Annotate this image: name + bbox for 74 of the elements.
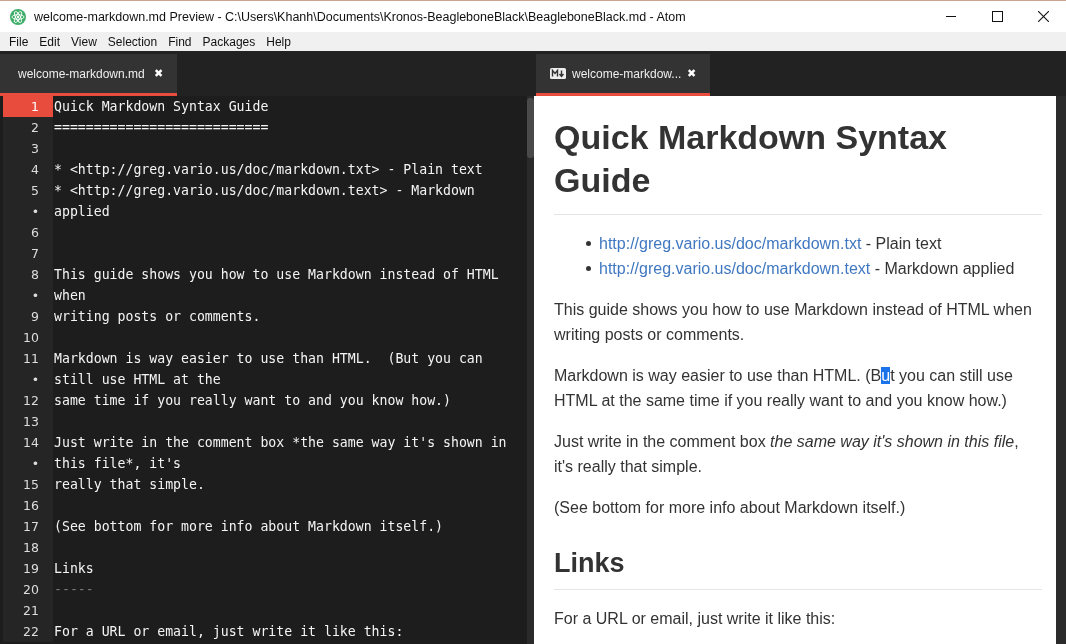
editor-tab[interactable]: welcome-markdown.md ✖: [0, 54, 177, 96]
line-number: 21: [3, 600, 53, 621]
line-number: 11: [3, 348, 53, 369]
code-line: -----: [54, 582, 94, 597]
preview-tab[interactable]: welcome-markdow... ✖: [536, 54, 710, 96]
close-icon: [1037, 11, 1049, 22]
line-number: 2: [3, 117, 53, 138]
line-number: •: [3, 453, 53, 474]
line-number: 12: [3, 390, 53, 411]
line-number: 17: [3, 516, 53, 537]
maximize-icon: [991, 11, 1003, 22]
line-number: 16: [3, 495, 53, 516]
code-line: Just write in the comment box *the same way it's shown in: [54, 435, 507, 450]
code-line: really that simple.: [54, 477, 205, 492]
code-line: Quick Markdown Syntax Guide: [54, 99, 269, 114]
line-number: 15: [3, 474, 53, 495]
code-line: * <http://greg.vario.us/doc/markdown.text> - Markdown: [54, 183, 475, 198]
close-tab-icon[interactable]: ✖: [687, 67, 696, 80]
line-number: 14: [3, 432, 53, 453]
code-line: still use HTML at the: [54, 372, 221, 387]
close-tab-icon[interactable]: ✖: [154, 67, 163, 80]
bullet-icon: [586, 241, 591, 246]
paragraph: Just write in the comment box the same way it's shown in this file, it's really that simple.: [554, 432, 1020, 477]
line-number: 20: [3, 579, 53, 600]
paragraph: For a URL or email, just write it like this:: [554, 609, 837, 629]
code-line: (See bottom for more info about Markdown itself.): [54, 519, 444, 534]
list-item: http://greg.vario.us/doc/markdown.text - Markdown applied: [599, 259, 1015, 279]
line-number: •: [3, 201, 53, 222]
line-number: 22: [3, 621, 53, 642]
code-line: writing posts or comments.: [54, 309, 261, 324]
code-line: when: [54, 288, 86, 303]
line-number: 5: [3, 180, 53, 201]
code-line: ===========================: [54, 120, 269, 135]
paragraph: (See bottom for more info about Markdown itself.): [554, 498, 907, 518]
line-number: 10: [3, 327, 53, 348]
line-number: 19: [3, 558, 53, 579]
link[interactable]: http://greg.vario.us/doc/markdown.txt: [599, 235, 862, 252]
menu-item[interactable]: View: [66, 34, 103, 49]
line-number: 7: [3, 243, 53, 264]
code-line: same time if you really want to and you know how.): [54, 393, 451, 408]
code-line: Markdown is way easier to use than HTML. (But you can: [54, 351, 483, 366]
paragraph: This guide shows you how to use Markdown instead of HTML when writing posts or comments.: [554, 300, 1033, 345]
code-line: applied: [54, 204, 110, 219]
link[interactable]: http://greg.vario.us/doc/markdown.text: [599, 260, 871, 277]
heading: Links: [554, 546, 1042, 590]
line-number: 3: [3, 138, 53, 159]
bullet-icon: [586, 266, 591, 271]
markdown-icon: [550, 68, 566, 79]
line-number: •: [3, 369, 53, 390]
code-line: For a URL or email, just write it like this:: [54, 624, 404, 639]
menu-item[interactable]: Find: [163, 34, 198, 49]
line-number: 9: [3, 306, 53, 327]
list-item: http://greg.vario.us/doc/markdown.txt - Plain text: [599, 234, 942, 254]
atom-logo-icon: [10, 8, 26, 25]
menu-item[interactable]: Selection: [102, 34, 164, 49]
heading: Quick Markdown Syntax Guide: [554, 116, 1042, 215]
line-number: •: [3, 285, 53, 306]
line-number: 8: [3, 264, 53, 285]
line-number: 13: [3, 411, 53, 432]
scrollbar[interactable]: [527, 96, 534, 644]
code-line: this file*, it's: [54, 456, 182, 471]
code-line: Links: [54, 561, 94, 576]
code-line: This guide shows you how to use Markdown instead of HTML: [54, 267, 499, 282]
line-number: 18: [3, 537, 53, 558]
menu-item[interactable]: File: [4, 34, 35, 49]
menu-item[interactable]: Packages: [197, 34, 262, 49]
code-line: * <http://greg.vario.us/doc/markdown.txt> - Plain text: [54, 162, 483, 177]
scrollbar[interactable]: [1056, 96, 1066, 644]
menu-item[interactable]: Edit: [34, 34, 67, 49]
line-number: 6: [3, 222, 53, 243]
line-number: 4: [3, 159, 53, 180]
menu-item[interactable]: Help: [261, 34, 297, 49]
line-number: 1: [3, 96, 53, 117]
window-title: welcome-markdown.md Preview - C:\Users\Khanh\Documents\Kronos-BeagleboneBlack\BeagleboneBlack.md - Atom: [34, 9, 687, 24]
